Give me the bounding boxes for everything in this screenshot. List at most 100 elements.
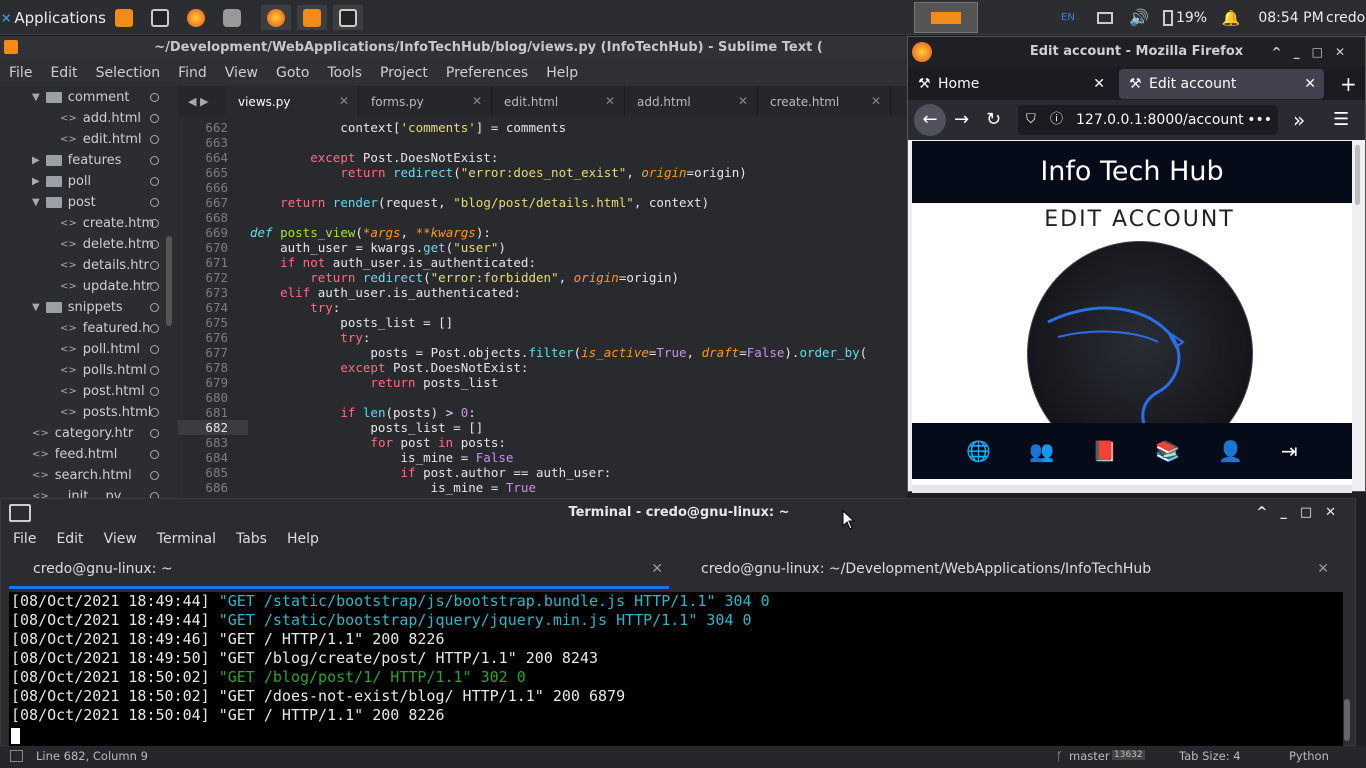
clock[interactable]: 08:54 PM xyxy=(1258,5,1324,30)
terminal-menu-help[interactable]: Help xyxy=(275,531,327,547)
page-actions-icon[interactable]: ••• xyxy=(1244,105,1272,135)
window-controls[interactable]: ^_□✕ xyxy=(1256,499,1349,527)
sidebar-item[interactable]: ▼ snippets xyxy=(0,297,165,318)
terminal-tab-project[interactable]: credo@gnu-linux: ~/Development/WebApplic… xyxy=(677,553,1335,589)
globe-icon[interactable]: 🌐 xyxy=(966,439,991,463)
sidebar-scrollbar[interactable] xyxy=(166,236,172,326)
terminal-scrollbar[interactable] xyxy=(1344,699,1350,741)
terminal-menu-file[interactable]: File xyxy=(1,531,44,547)
sublime-menu-project[interactable]: Project xyxy=(371,65,437,81)
terminal-menu-edit[interactable]: Edit xyxy=(44,531,91,547)
close-icon[interactable]: ✕ xyxy=(1304,76,1316,92)
terminal-window-button-icon[interactable] xyxy=(333,5,363,30)
new-tab-button[interactable]: + xyxy=(1334,69,1362,99)
url-bar[interactable]: ⛉ ⓘ 127.0.0.1:8000/account/ ••• xyxy=(1018,105,1278,135)
close-icon[interactable]: ✕ xyxy=(651,553,663,585)
page-scrollbar[interactable] xyxy=(1352,141,1362,486)
terminal-menu-terminal[interactable]: Terminal xyxy=(145,531,224,547)
user-menu[interactable]: credo xyxy=(1326,5,1366,30)
firefox-window-button-icon[interactable] xyxy=(261,5,291,30)
sidebar-item[interactable]: <> category.htr xyxy=(0,423,165,444)
tab-size-selector[interactable]: Tab Size: 4 xyxy=(1179,749,1241,763)
site-title[interactable]: Info Tech Hub xyxy=(912,141,1352,203)
sidebar-item[interactable]: <> add.html xyxy=(0,108,165,129)
close-icon[interactable]: ✕ xyxy=(605,94,615,108)
close-icon[interactable]: ✕ xyxy=(1317,553,1329,585)
sidebar-item[interactable]: <> post.html xyxy=(0,381,165,402)
close-icon[interactable]: ✕ xyxy=(339,94,349,108)
close-icon[interactable]: ✕ xyxy=(738,94,748,108)
volume-icon[interactable]: 🔊 xyxy=(1128,5,1150,30)
sidebar-item[interactable]: <> feed.html xyxy=(0,444,165,465)
sidebar-item[interactable]: <> details.htr xyxy=(0,255,165,276)
sublime-menu-tools[interactable]: Tools xyxy=(318,65,371,81)
panel-toggle-icon[interactable] xyxy=(10,750,23,762)
applications-menu-button[interactable]: Applications xyxy=(2,5,106,30)
sidebar-item[interactable]: <> __init__.py xyxy=(0,486,165,498)
tab-edit-html[interactable]: edit.html ✕ xyxy=(492,86,625,116)
sidebar-item[interactable]: <> poll.html xyxy=(0,339,165,360)
overflow-chevron-icon[interactable]: » xyxy=(1293,104,1317,136)
close-icon[interactable]: ✕ xyxy=(472,94,482,108)
workspace-switcher[interactable] xyxy=(914,2,978,33)
firefox-launcher-icon[interactable] xyxy=(185,5,207,30)
logout-icon[interactable]: ⇥ xyxy=(1281,439,1298,463)
terminal-menu-view[interactable]: View xyxy=(92,531,145,547)
git-branch[interactable]: master xyxy=(1069,749,1110,763)
sublime-launcher-icon[interactable] xyxy=(113,5,135,30)
sublime-title-bar[interactable]: ~/Development/WebApplications/InfoTechHu… xyxy=(0,36,907,60)
sublime-menu-help[interactable]: Help xyxy=(537,65,587,81)
sublime-menu-preferences[interactable]: Preferences xyxy=(437,65,537,81)
sidebar-item[interactable]: ▼ post xyxy=(0,192,165,213)
sublime-menu-find[interactable]: Find xyxy=(169,65,216,81)
sidebar-item[interactable]: ▶ features xyxy=(0,150,165,171)
sublime-menu-edit[interactable]: Edit xyxy=(41,65,86,81)
notification-bell-icon[interactable]: 🔔 xyxy=(1220,5,1242,30)
reload-button-icon[interactable]: ↻ xyxy=(986,104,1012,136)
tab-create-html[interactable]: create.html ✕ xyxy=(758,86,891,116)
close-icon[interactable]: ✕ xyxy=(871,94,881,108)
terminal-output[interactable]: [08/Oct/2021 18:49:44] "GET /static/boot… xyxy=(9,592,1343,746)
sublime-menu-goto[interactable]: Goto xyxy=(267,65,318,81)
tab-scroll-arrows-icon[interactable]: ◀ ▶ xyxy=(178,86,226,116)
network-icon[interactable] xyxy=(1094,5,1116,30)
tab-forms-py[interactable]: forms.py ✕ xyxy=(359,86,492,116)
sidebar-item[interactable]: <> featured.h xyxy=(0,318,165,339)
window-controls[interactable]: ^_□✕ xyxy=(1272,37,1357,67)
tab-add-html[interactable]: add.html ✕ xyxy=(625,86,758,116)
sidebar-item[interactable]: <> search.html xyxy=(0,465,165,486)
terminal-title-bar[interactable]: Terminal - credo@gnu-linux: ~ ^_□✕ xyxy=(1,499,1357,527)
sidebar-item[interactable]: <> delete.htm xyxy=(0,234,165,255)
sublime-menu-file[interactable]: File xyxy=(0,65,41,81)
syntax-selector[interactable]: Python xyxy=(1289,749,1329,763)
tab-views-py[interactable]: views.py ✕ xyxy=(226,86,359,116)
back-button-icon[interactable]: ← xyxy=(914,104,946,136)
sidebar-item[interactable]: <> create.htm xyxy=(0,213,165,234)
sublime-window-button-icon[interactable] xyxy=(297,5,327,30)
horizontal-scrollbar[interactable] xyxy=(912,485,1352,493)
book-icon[interactable]: 📕 xyxy=(1092,439,1117,463)
sidebar-item[interactable]: ▼ comment xyxy=(0,87,165,108)
sublime-menu-view[interactable]: View xyxy=(216,65,267,81)
forward-button-icon[interactable]: → xyxy=(954,104,980,136)
firefox-title-bar[interactable]: Edit account - Mozilla Firefox ^_□✕ xyxy=(908,37,1365,67)
tab-edit-account[interactable]: ⚒ Edit account ✕ xyxy=(1119,69,1324,99)
sidebar-item[interactable]: ▶ poll xyxy=(0,171,165,192)
terminal-menu-tabs[interactable]: Tabs xyxy=(224,531,275,547)
keyboard-layout-indicator[interactable]: EN xyxy=(1057,5,1079,30)
terminal-launcher-icon[interactable] xyxy=(149,5,171,30)
sidebar-item[interactable]: <> update.htr xyxy=(0,276,165,297)
sidebar-item[interactable]: <> posts.html xyxy=(0,402,165,423)
tab-home[interactable]: ⚒ Home ✕ xyxy=(908,69,1113,99)
sidebar-item[interactable]: <> edit.html xyxy=(0,129,165,150)
code-editor[interactable]: context['comments'] = comments except Po… xyxy=(250,118,907,498)
battery-indicator[interactable]: 19% xyxy=(1158,5,1212,30)
close-icon[interactable]: ✕ xyxy=(1093,76,1105,92)
library-icon[interactable]: 📚 xyxy=(1155,439,1180,463)
file-manager-launcher-icon[interactable] xyxy=(221,5,243,30)
person-icon[interactable]: 👤 xyxy=(1218,439,1243,463)
sidebar-item[interactable]: <> polls.html xyxy=(0,360,165,381)
hamburger-menu-icon[interactable]: ☰ xyxy=(1333,104,1357,136)
terminal-tab-home[interactable]: credo@gnu-linux: ~ ✕ xyxy=(9,553,669,589)
sublime-menu-selection[interactable]: Selection xyxy=(87,65,170,81)
